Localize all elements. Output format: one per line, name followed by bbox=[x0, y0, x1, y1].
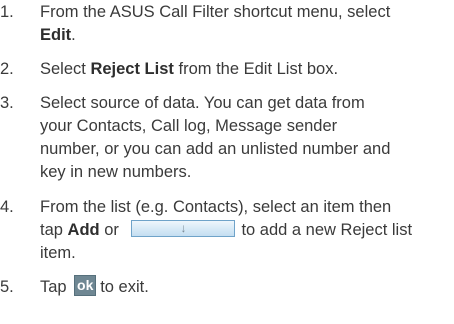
step-text-line: tap Add or ↓ to add a new Reject list bbox=[40, 220, 413, 239]
step-number: 4. bbox=[0, 198, 14, 216]
menu-option-edit: Edit bbox=[40, 26, 72, 44]
step-text-line: From the ASUS Call Filter shortcut menu,… bbox=[40, 3, 391, 21]
step-number: 3. bbox=[0, 94, 14, 112]
step-text-line: Tap ok to exit. bbox=[40, 275, 149, 297]
step-text-line: Select Reject List from the Edit List bo… bbox=[40, 60, 339, 78]
arrow-down-icon: ↓ bbox=[180, 221, 187, 236]
step-number: 1. bbox=[0, 3, 14, 21]
add-button-image: ↓ bbox=[131, 220, 236, 238]
step-text-line: From the list (e.g. Contacts), select an… bbox=[40, 198, 392, 216]
step-text-line: Edit. bbox=[40, 26, 76, 44]
step-number: 2. bbox=[0, 60, 14, 78]
step-number: 5. bbox=[0, 278, 14, 296]
step-text-line: Select source of data. You can get data … bbox=[40, 94, 365, 112]
menu-option-reject-list: Reject List bbox=[90, 60, 174, 78]
step-text-line: number, or you can add an unlisted numbe… bbox=[40, 140, 391, 158]
step-text-line: item. bbox=[40, 244, 76, 262]
ok-button-icon: ok bbox=[74, 275, 97, 297]
add-label: Add bbox=[67, 221, 100, 239]
step-text-line: your Contacts, Call log, Message sender bbox=[40, 117, 338, 135]
step-text-line: key in new numbers. bbox=[40, 163, 192, 181]
